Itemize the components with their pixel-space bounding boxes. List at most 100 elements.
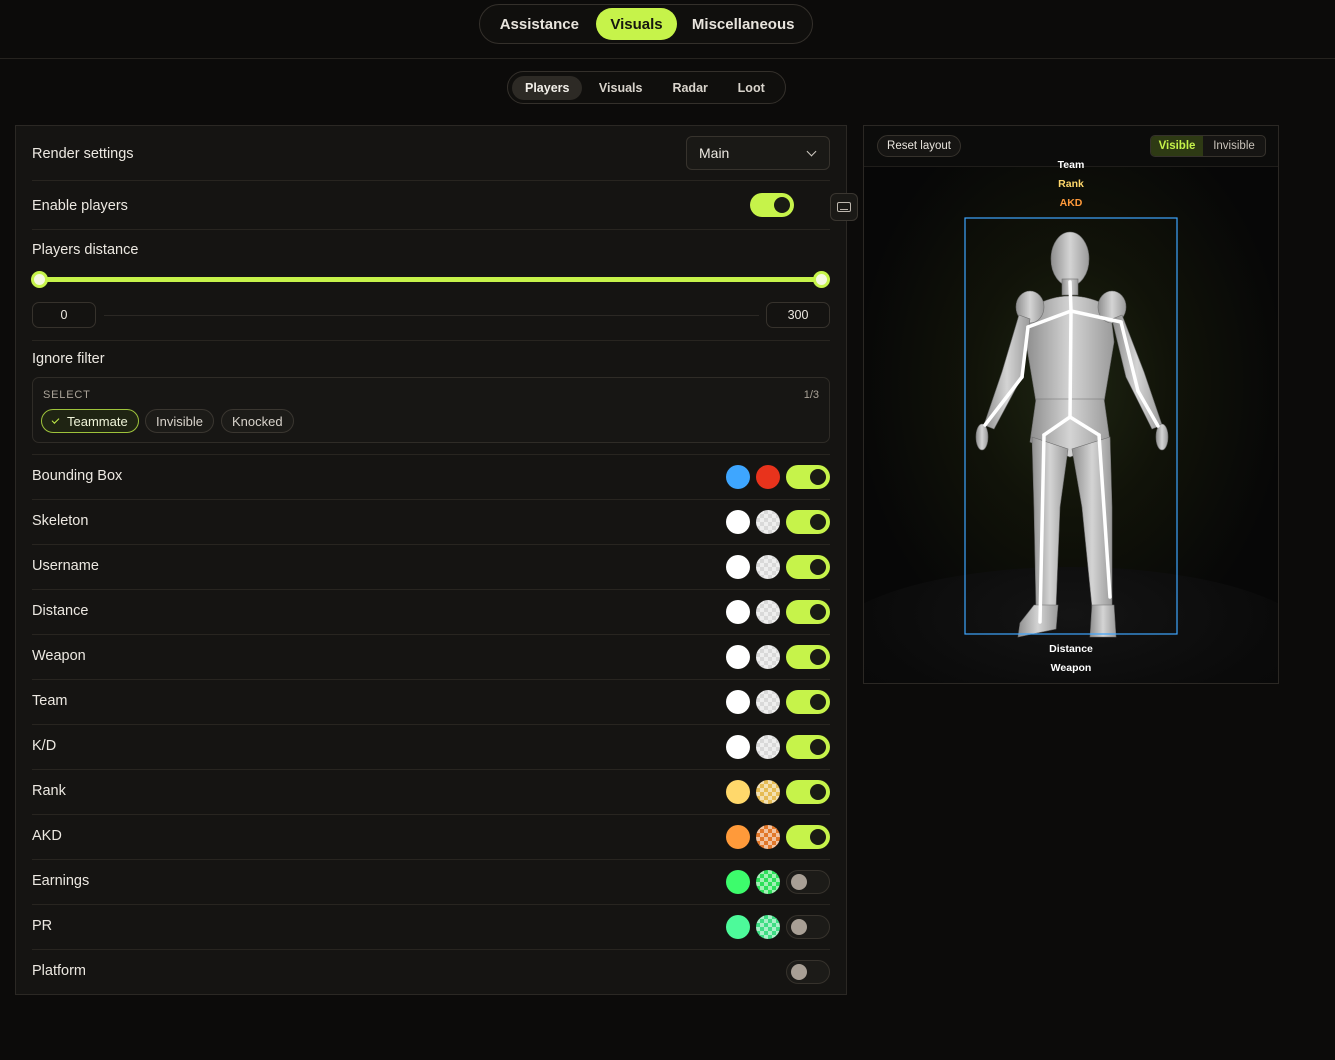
preview-label-distance: Distance	[1049, 643, 1093, 655]
bounding-box-invisible-color-swatch[interactable]	[756, 465, 780, 489]
player-model-preview	[964, 217, 1178, 638]
divider	[32, 589, 830, 590]
toggle-knob	[791, 964, 807, 980]
invisible-option[interactable]: Invisible	[1203, 136, 1265, 156]
skeleton-visible-color-swatch[interactable]	[726, 510, 750, 534]
team-toggle[interactable]	[786, 690, 830, 714]
esp-preview-panel: Reset layout Visible Invisible Team Rank…	[863, 125, 1279, 684]
toggle-knob	[810, 469, 826, 485]
weapon-invisible-color-swatch[interactable]	[756, 645, 780, 669]
chevron-down-icon	[806, 146, 817, 157]
rank-label: Rank	[32, 783, 66, 799]
divider	[32, 904, 830, 905]
k-d-toggle[interactable]	[786, 735, 830, 759]
k-d-label: K/D	[32, 738, 57, 754]
main-tab-bar: Assistance Visuals Miscellaneous	[479, 4, 813, 44]
tab-miscellaneous[interactable]: Miscellaneous	[677, 8, 809, 40]
akd-label: AKD	[32, 828, 62, 844]
chip-invisible[interactable]: Invisible	[145, 409, 214, 433]
chip-knocked[interactable]: Knocked	[221, 409, 294, 433]
toggle-knob	[810, 739, 826, 755]
divider	[32, 814, 830, 815]
toggle-knob	[791, 919, 807, 935]
chip-label: Invisible	[156, 413, 203, 429]
visible-option[interactable]: Visible	[1151, 136, 1203, 156]
distance-min-input[interactable]: 0	[32, 302, 96, 328]
distance-label: Distance	[32, 603, 89, 619]
username-visible-color-swatch[interactable]	[726, 555, 750, 579]
subtab-loot[interactable]: Loot	[721, 76, 781, 100]
pr-toggle[interactable]	[786, 915, 830, 939]
platform-toggle[interactable]	[786, 960, 830, 984]
render-settings-value: Main	[699, 145, 730, 161]
distance-max-input[interactable]: 300	[766, 302, 830, 328]
earnings-visible-color-swatch[interactable]	[726, 870, 750, 894]
pr-visible-color-swatch[interactable]	[726, 915, 750, 939]
skeleton-toggle[interactable]	[786, 510, 830, 534]
earnings-invisible-color-swatch[interactable]	[756, 870, 780, 894]
render-settings-label: Render settings	[32, 146, 134, 162]
platform-label: Platform	[32, 963, 86, 979]
divider	[32, 769, 830, 770]
toggle-knob	[810, 559, 826, 575]
team-invisible-color-swatch[interactable]	[756, 690, 780, 714]
username-invisible-color-swatch[interactable]	[756, 555, 780, 579]
distance-invisible-color-swatch[interactable]	[756, 600, 780, 624]
divider	[32, 949, 830, 950]
skeleton-invisible-color-swatch[interactable]	[756, 510, 780, 534]
players-distance-label: Players distance	[32, 242, 139, 258]
ignore-filter-label: Ignore filter	[32, 351, 105, 367]
slider-min-handle[interactable]	[31, 271, 48, 288]
pr-invisible-color-swatch[interactable]	[756, 915, 780, 939]
toggle-knob	[810, 694, 826, 710]
range-line	[104, 315, 759, 316]
distance-toggle[interactable]	[786, 600, 830, 624]
k-d-visible-color-swatch[interactable]	[726, 735, 750, 759]
divider	[32, 229, 830, 230]
rank-invisible-color-swatch[interactable]	[756, 780, 780, 804]
divider	[32, 859, 830, 860]
slider-max-handle[interactable]	[813, 271, 830, 288]
bounding-box-label: Bounding Box	[32, 468, 123, 484]
divider	[32, 634, 830, 635]
divider	[32, 499, 830, 500]
akd-visible-color-swatch[interactable]	[726, 825, 750, 849]
sub-tab-bar: Players Visuals Radar Loot	[507, 71, 786, 104]
reset-layout-button[interactable]: Reset layout	[877, 135, 961, 157]
weapon-visible-color-swatch[interactable]	[726, 645, 750, 669]
render-settings-dropdown[interactable]: Main	[686, 136, 830, 170]
akd-toggle[interactable]	[786, 825, 830, 849]
subtab-visuals[interactable]: Visuals	[582, 76, 658, 100]
chip-teammate[interactable]: Teammate	[41, 409, 139, 433]
divider	[32, 544, 830, 545]
toggle-knob	[810, 514, 826, 530]
bounding-box-toggle[interactable]	[786, 465, 830, 489]
username-label: Username	[32, 558, 99, 574]
toggle-knob	[810, 604, 826, 620]
username-toggle[interactable]	[786, 555, 830, 579]
k-d-invisible-color-swatch[interactable]	[756, 735, 780, 759]
select-count: 1/3	[803, 389, 819, 401]
subtab-radar[interactable]: Radar	[659, 76, 722, 100]
keybind-button[interactable]	[830, 193, 858, 221]
bounding-box-visible-color-swatch[interactable]	[726, 465, 750, 489]
team-visible-color-swatch[interactable]	[726, 690, 750, 714]
weapon-label: Weapon	[32, 648, 86, 664]
tab-assistance[interactable]: Assistance	[483, 8, 596, 40]
weapon-toggle[interactable]	[786, 645, 830, 669]
divider	[32, 454, 830, 455]
enable-players-label: Enable players	[32, 198, 128, 214]
tab-visuals[interactable]: Visuals	[595, 8, 678, 40]
rank-toggle[interactable]	[786, 780, 830, 804]
players-distance-slider[interactable]	[40, 277, 822, 282]
chip-label: Knocked	[232, 413, 283, 429]
enable-players-toggle[interactable]	[750, 193, 794, 217]
rank-visible-color-swatch[interactable]	[726, 780, 750, 804]
divider	[32, 180, 830, 181]
divider	[32, 724, 830, 725]
distance-visible-color-swatch[interactable]	[726, 600, 750, 624]
akd-invisible-color-swatch[interactable]	[756, 825, 780, 849]
toggle-knob	[791, 874, 807, 890]
earnings-toggle[interactable]	[786, 870, 830, 894]
subtab-players[interactable]: Players	[512, 75, 583, 100]
